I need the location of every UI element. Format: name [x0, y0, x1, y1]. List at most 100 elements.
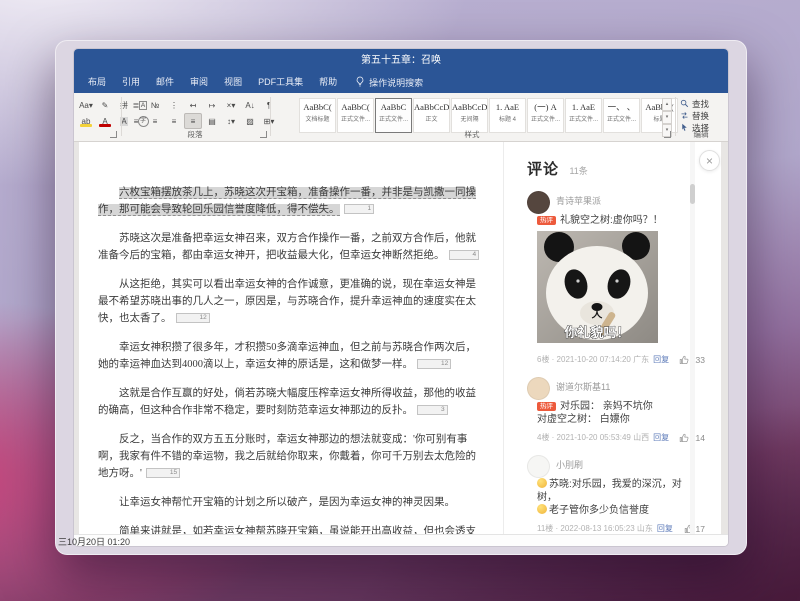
- avatar[interactable]: [527, 377, 550, 400]
- tell-me-search[interactable]: 操作说明搜索: [355, 76, 423, 89]
- align-right-icon[interactable]: ≡: [165, 113, 183, 129]
- title-bar[interactable]: 第五十五章：召唤: [74, 49, 728, 71]
- paragraph: 从这拒绝，其实可以看出幸运女神的合作诚意，更准确的说，现在幸运女神是最不希望苏晓…: [98, 276, 480, 327]
- hot-badge: 热评: [537, 216, 556, 225]
- style-label: 文档标题: [300, 116, 335, 124]
- emoji-icon: [537, 504, 547, 514]
- window-frame: 第五十五章：召唤 布局引用邮件审阅视图PDF工具集帮助 操作说明搜索 Aa▾✎拼…: [55, 40, 747, 555]
- style-item-5[interactable]: AaBbCcD(无间隔: [451, 98, 488, 133]
- replace-button[interactable]: 替换: [680, 110, 709, 121]
- style-sample: AaBbCcD(: [414, 99, 449, 116]
- style-sample: 1. AaE: [490, 99, 525, 116]
- svg-text:你礼貌吗！: 你礼貌吗！: [563, 325, 629, 340]
- reply-button[interactable]: 回复: [653, 433, 669, 442]
- avatar[interactable]: [527, 191, 550, 214]
- comment-meta: 11楼 · 2022-08-13 16:05:23 山东回复: [537, 523, 673, 534]
- desktop-clock: 三10月20日 01:20: [58, 535, 130, 548]
- close-comments-button[interactable]: ×: [699, 150, 720, 171]
- menu-tab-帮助[interactable]: 帮助: [311, 71, 345, 93]
- align-left-icon[interactable]: ≡: [127, 113, 145, 129]
- change-case-icon[interactable]: Aa▾: [77, 97, 95, 113]
- comment-username[interactable]: 小刖刷: [556, 455, 701, 476]
- style-item-10[interactable]: AaBbC(标题: [641, 98, 678, 133]
- multilevel-list-icon[interactable]: ⋮: [165, 97, 183, 113]
- bullet-list-icon[interactable]: ≣: [127, 97, 145, 113]
- line-spacing-icon[interactable]: ↕▾: [222, 113, 240, 129]
- style-label: 正式文件...: [528, 116, 563, 124]
- asian-layout-icon[interactable]: ×▾: [222, 97, 240, 113]
- comment-username[interactable]: 青诗苹果派: [556, 191, 701, 212]
- menu-tab-布局[interactable]: 布局: [80, 71, 114, 93]
- comment-text-line: 热评对乐园： 亲妈不坑你: [537, 400, 701, 413]
- comment-marker[interactable]: 15: [146, 468, 180, 478]
- text-highlight-color-icon[interactable]: ab: [77, 113, 95, 129]
- comment-marker[interactable]: 1: [344, 204, 375, 214]
- document-area: 六枚宝箱摆放茶几上，苏晓这次开宝箱，准备操作一番，并非是与凯撒一同操作，那可能会…: [74, 142, 728, 546]
- menu-tab-审阅[interactable]: 审阅: [182, 71, 216, 93]
- reply-button[interactable]: 回复: [657, 524, 673, 533]
- paragraph-text: 六枚宝箱摆放茶几上，苏晓这次开宝箱，准备操作一番，并非是与凯撒一同操作，那可能会…: [98, 187, 476, 216]
- align-center-icon[interactable]: ≡: [146, 113, 164, 129]
- shading-icon[interactable]: ▨: [241, 113, 259, 129]
- text-effects-icon[interactable]: ✎: [96, 97, 114, 113]
- hot-badge: 热评: [537, 402, 556, 411]
- style-item-4[interactable]: AaBbCcD(正文: [413, 98, 450, 133]
- status-bar: [74, 534, 728, 546]
- scrollbar-thumb[interactable]: [690, 184, 695, 204]
- number-list-icon[interactable]: №: [146, 97, 164, 113]
- paragraph-group-label: 段落: [122, 129, 268, 140]
- styles-dialog-launcher[interactable]: [664, 131, 671, 138]
- paragraph-text: 苏晓这次是准备把幸运女神召来，双方合作操作一番，之前双方合作后，他就准备今后的宝…: [98, 233, 476, 261]
- reply-button[interactable]: 回复: [653, 355, 669, 364]
- style-item-2[interactable]: AaBbC(正式文件...: [337, 98, 374, 133]
- justify-icon[interactable]: ≡: [184, 113, 202, 129]
- font-color-icon[interactable]: A: [96, 113, 114, 129]
- comment-username[interactable]: 谢道尔斯基11: [556, 377, 701, 398]
- style-item-1[interactable]: AaBbC(文档标题: [299, 98, 336, 133]
- styles-scroll-down-button[interactable]: ▾: [662, 111, 672, 124]
- styles-scroll-up-button[interactable]: ▴: [662, 98, 672, 111]
- avatar[interactable]: [527, 455, 550, 478]
- comment-text-line: 热评礼貌空之树:虚你吗？！: [537, 214, 701, 227]
- menu-bar: 布局引用邮件审阅视图PDF工具集帮助 操作说明搜索: [74, 71, 728, 93]
- menu-tab-引用[interactable]: 引用: [114, 71, 148, 93]
- sort-icon[interactable]: A↓: [241, 97, 259, 113]
- menu-tab-PDF工具集[interactable]: PDF工具集: [250, 71, 311, 93]
- comment-body: 热评对乐园： 亲妈不坑你对虚空之树： 白嫖你4楼 · 2021-10-20 05…: [537, 400, 701, 443]
- page: 六枚宝箱摆放茶几上，苏晓这次开宝箱，准备操作一番，并非是与凯撒一同操作，那可能会…: [79, 142, 720, 535]
- comment-text-line: 老子管你多少负信誉度: [537, 504, 701, 517]
- comment-marker[interactable]: 4: [449, 250, 480, 260]
- style-label: 正式文件...: [566, 116, 601, 124]
- style-sample: AaBbC(: [338, 99, 373, 116]
- borders-icon[interactable]: ⊞▾: [260, 113, 278, 129]
- comment-body: 苏晓:对乐园，我爱的深沉，对树，老子管你多少负信誉度 11楼 · 2022-08-…: [537, 478, 701, 534]
- comments-title: 评论: [527, 161, 559, 178]
- style-label: 正文: [414, 116, 449, 124]
- comment-marker[interactable]: 12: [417, 359, 451, 369]
- style-item-8[interactable]: 1. AaE正式文件...: [565, 98, 602, 133]
- distribute-icon[interactable]: ▤: [203, 113, 221, 129]
- menu-tab-视图[interactable]: 视图: [216, 71, 250, 93]
- comment-text-line: 苏晓:对乐园，我爱的深沉，对树，: [537, 478, 701, 504]
- find-button[interactable]: 查找: [680, 98, 709, 109]
- show-marks-icon[interactable]: ¶: [260, 97, 278, 113]
- comment-marker[interactable]: 12: [176, 313, 210, 323]
- font-dialog-launcher[interactable]: [110, 131, 117, 138]
- comment-item: 青诗苹果派热评礼貌空之树:虚你吗？！ 你礼貌吗！ 6楼 · 2021-10-20…: [527, 191, 701, 365]
- style-label: 标题 4: [490, 116, 525, 124]
- comments-scrollbar[interactable]: [690, 142, 695, 535]
- tell-me-label: 操作说明搜索: [369, 76, 423, 89]
- style-item-3[interactable]: AaBbC正式文件...: [375, 98, 412, 133]
- word-window: 第五十五章：召唤 布局引用邮件审阅视图PDF工具集帮助 操作说明搜索 Aa▾✎拼…: [74, 49, 728, 546]
- paragraph-dialog-launcher[interactable]: [260, 131, 267, 138]
- style-sample: (一) A: [528, 99, 563, 116]
- style-item-6[interactable]: 1. AaE标题 4: [489, 98, 526, 133]
- comment-marker[interactable]: 3: [417, 405, 448, 415]
- style-item-9[interactable]: 一、 、正式文件...: [603, 98, 640, 133]
- menu-tab-邮件[interactable]: 邮件: [148, 71, 182, 93]
- panda-meme-image[interactable]: 你礼貌吗！: [537, 231, 658, 343]
- style-item-7[interactable]: (一) A正式文件...: [527, 98, 564, 133]
- document-text: 六枚宝箱摆放茶几上，苏晓这次开宝箱，准备操作一番，并非是与凯撒一同操作，那可能会…: [98, 184, 480, 546]
- increase-indent-icon[interactable]: ↦: [203, 97, 221, 113]
- decrease-indent-icon[interactable]: ↤: [184, 97, 202, 113]
